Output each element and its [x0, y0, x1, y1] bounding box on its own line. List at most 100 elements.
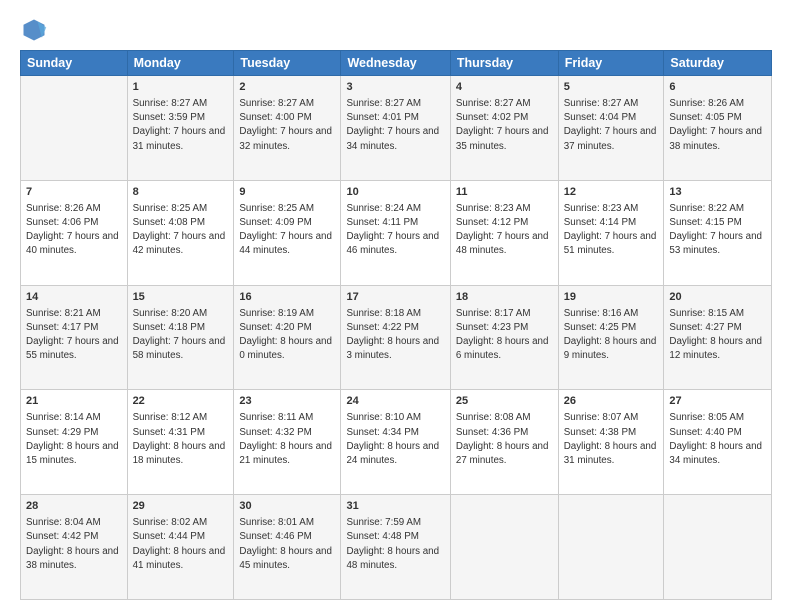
- day-header-friday: Friday: [558, 51, 664, 76]
- day-header-saturday: Saturday: [664, 51, 772, 76]
- calendar-cell: 6Sunrise: 8:26 AMSunset: 4:05 PMDaylight…: [664, 76, 772, 181]
- day-number: 18: [456, 290, 553, 306]
- calendar-cell: [21, 76, 128, 181]
- calendar-cell: 13Sunrise: 8:22 AMSunset: 4:15 PMDayligh…: [664, 180, 772, 285]
- calendar-cell: 3Sunrise: 8:27 AMSunset: 4:01 PMDaylight…: [341, 76, 450, 181]
- week-row-4: 21Sunrise: 8:14 AMSunset: 4:29 PMDayligh…: [21, 390, 772, 495]
- calendar-cell: 15Sunrise: 8:20 AMSunset: 4:18 PMDayligh…: [127, 285, 234, 390]
- calendar-cell: 27Sunrise: 8:05 AMSunset: 4:40 PMDayligh…: [664, 390, 772, 495]
- calendar-cell: 29Sunrise: 8:02 AMSunset: 4:44 PMDayligh…: [127, 495, 234, 600]
- cell-details: Sunrise: 8:22 AMSunset: 4:15 PMDaylight:…: [669, 202, 766, 259]
- cell-details: Sunrise: 8:04 AMSunset: 4:42 PMDaylight:…: [26, 516, 122, 573]
- calendar-cell: 12Sunrise: 8:23 AMSunset: 4:14 PMDayligh…: [558, 180, 664, 285]
- calendar-cell: 26Sunrise: 8:07 AMSunset: 4:38 PMDayligh…: [558, 390, 664, 495]
- week-row-2: 7Sunrise: 8:26 AMSunset: 4:06 PMDaylight…: [21, 180, 772, 285]
- day-number: 13: [669, 185, 766, 201]
- calendar-cell: 18Sunrise: 8:17 AMSunset: 4:23 PMDayligh…: [450, 285, 558, 390]
- day-number: 7: [26, 185, 122, 201]
- day-header-sunday: Sunday: [21, 51, 128, 76]
- day-number: 12: [564, 185, 659, 201]
- calendar-cell: 2Sunrise: 8:27 AMSunset: 4:00 PMDaylight…: [234, 76, 341, 181]
- cell-details: Sunrise: 8:27 AMSunset: 4:00 PMDaylight:…: [239, 97, 335, 154]
- calendar-cell: 7Sunrise: 8:26 AMSunset: 4:06 PMDaylight…: [21, 180, 128, 285]
- day-number: 4: [456, 80, 553, 96]
- cell-details: Sunrise: 8:18 AMSunset: 4:22 PMDaylight:…: [346, 307, 444, 364]
- calendar-cell: 21Sunrise: 8:14 AMSunset: 4:29 PMDayligh…: [21, 390, 128, 495]
- week-row-3: 14Sunrise: 8:21 AMSunset: 4:17 PMDayligh…: [21, 285, 772, 390]
- cell-details: Sunrise: 8:25 AMSunset: 4:08 PMDaylight:…: [133, 202, 229, 259]
- calendar-cell: [450, 495, 558, 600]
- cell-details: Sunrise: 8:01 AMSunset: 4:46 PMDaylight:…: [239, 516, 335, 573]
- cell-details: Sunrise: 8:16 AMSunset: 4:25 PMDaylight:…: [564, 307, 659, 364]
- week-row-1: 1Sunrise: 8:27 AMSunset: 3:59 PMDaylight…: [21, 76, 772, 181]
- day-number: 8: [133, 185, 229, 201]
- day-number: 9: [239, 185, 335, 201]
- calendar-cell: 30Sunrise: 8:01 AMSunset: 4:46 PMDayligh…: [234, 495, 341, 600]
- page: SundayMondayTuesdayWednesdayThursdayFrid…: [0, 0, 792, 612]
- cell-details: Sunrise: 8:23 AMSunset: 4:12 PMDaylight:…: [456, 202, 553, 259]
- day-number: 17: [346, 290, 444, 306]
- calendar-cell: 1Sunrise: 8:27 AMSunset: 3:59 PMDaylight…: [127, 76, 234, 181]
- calendar-cell: 19Sunrise: 8:16 AMSunset: 4:25 PMDayligh…: [558, 285, 664, 390]
- calendar-cell: 20Sunrise: 8:15 AMSunset: 4:27 PMDayligh…: [664, 285, 772, 390]
- cell-details: Sunrise: 8:07 AMSunset: 4:38 PMDaylight:…: [564, 411, 659, 468]
- calendar-table: SundayMondayTuesdayWednesdayThursdayFrid…: [20, 50, 772, 600]
- day-number: 29: [133, 499, 229, 515]
- day-header-tuesday: Tuesday: [234, 51, 341, 76]
- calendar-cell: [664, 495, 772, 600]
- day-number: 2: [239, 80, 335, 96]
- day-number: 30: [239, 499, 335, 515]
- cell-details: Sunrise: 8:19 AMSunset: 4:20 PMDaylight:…: [239, 307, 335, 364]
- cell-details: Sunrise: 8:20 AMSunset: 4:18 PMDaylight:…: [133, 307, 229, 364]
- cell-details: Sunrise: 8:10 AMSunset: 4:34 PMDaylight:…: [346, 411, 444, 468]
- day-header-wednesday: Wednesday: [341, 51, 450, 76]
- day-number: 14: [26, 290, 122, 306]
- day-number: 25: [456, 394, 553, 410]
- day-number: 3: [346, 80, 444, 96]
- cell-details: Sunrise: 8:21 AMSunset: 4:17 PMDaylight:…: [26, 307, 122, 364]
- header: [20, 16, 772, 44]
- day-number: 11: [456, 185, 553, 201]
- day-header-monday: Monday: [127, 51, 234, 76]
- calendar-cell: 24Sunrise: 8:10 AMSunset: 4:34 PMDayligh…: [341, 390, 450, 495]
- day-number: 26: [564, 394, 659, 410]
- day-number: 31: [346, 499, 444, 515]
- calendar-cell: 16Sunrise: 8:19 AMSunset: 4:20 PMDayligh…: [234, 285, 341, 390]
- calendar-cell: 8Sunrise: 8:25 AMSunset: 4:08 PMDaylight…: [127, 180, 234, 285]
- day-number: 20: [669, 290, 766, 306]
- day-number: 6: [669, 80, 766, 96]
- day-header-thursday: Thursday: [450, 51, 558, 76]
- cell-details: Sunrise: 8:17 AMSunset: 4:23 PMDaylight:…: [456, 307, 553, 364]
- calendar-cell: 22Sunrise: 8:12 AMSunset: 4:31 PMDayligh…: [127, 390, 234, 495]
- day-number: 22: [133, 394, 229, 410]
- day-number: 16: [239, 290, 335, 306]
- day-number: 23: [239, 394, 335, 410]
- day-number: 24: [346, 394, 444, 410]
- calendar-cell: [558, 495, 664, 600]
- cell-details: Sunrise: 8:11 AMSunset: 4:32 PMDaylight:…: [239, 411, 335, 468]
- calendar-cell: 23Sunrise: 8:11 AMSunset: 4:32 PMDayligh…: [234, 390, 341, 495]
- day-number: 21: [26, 394, 122, 410]
- calendar-cell: 25Sunrise: 8:08 AMSunset: 4:36 PMDayligh…: [450, 390, 558, 495]
- cell-details: Sunrise: 8:23 AMSunset: 4:14 PMDaylight:…: [564, 202, 659, 259]
- calendar-cell: 17Sunrise: 8:18 AMSunset: 4:22 PMDayligh…: [341, 285, 450, 390]
- day-number: 28: [26, 499, 122, 515]
- cell-details: Sunrise: 8:26 AMSunset: 4:06 PMDaylight:…: [26, 202, 122, 259]
- calendar-cell: 5Sunrise: 8:27 AMSunset: 4:04 PMDaylight…: [558, 76, 664, 181]
- calendar-cell: 28Sunrise: 8:04 AMSunset: 4:42 PMDayligh…: [21, 495, 128, 600]
- cell-details: Sunrise: 8:27 AMSunset: 4:01 PMDaylight:…: [346, 97, 444, 154]
- logo: [20, 16, 52, 44]
- cell-details: Sunrise: 8:27 AMSunset: 3:59 PMDaylight:…: [133, 97, 229, 154]
- calendar-cell: 4Sunrise: 8:27 AMSunset: 4:02 PMDaylight…: [450, 76, 558, 181]
- cell-details: Sunrise: 8:15 AMSunset: 4:27 PMDaylight:…: [669, 307, 766, 364]
- cell-details: Sunrise: 8:27 AMSunset: 4:02 PMDaylight:…: [456, 97, 553, 154]
- cell-details: Sunrise: 8:05 AMSunset: 4:40 PMDaylight:…: [669, 411, 766, 468]
- day-number: 19: [564, 290, 659, 306]
- day-number: 10: [346, 185, 444, 201]
- calendar-cell: 11Sunrise: 8:23 AMSunset: 4:12 PMDayligh…: [450, 180, 558, 285]
- cell-details: Sunrise: 8:27 AMSunset: 4:04 PMDaylight:…: [564, 97, 659, 154]
- cell-details: Sunrise: 8:08 AMSunset: 4:36 PMDaylight:…: [456, 411, 553, 468]
- cell-details: Sunrise: 8:25 AMSunset: 4:09 PMDaylight:…: [239, 202, 335, 259]
- calendar-header-row: SundayMondayTuesdayWednesdayThursdayFrid…: [21, 51, 772, 76]
- cell-details: Sunrise: 8:02 AMSunset: 4:44 PMDaylight:…: [133, 516, 229, 573]
